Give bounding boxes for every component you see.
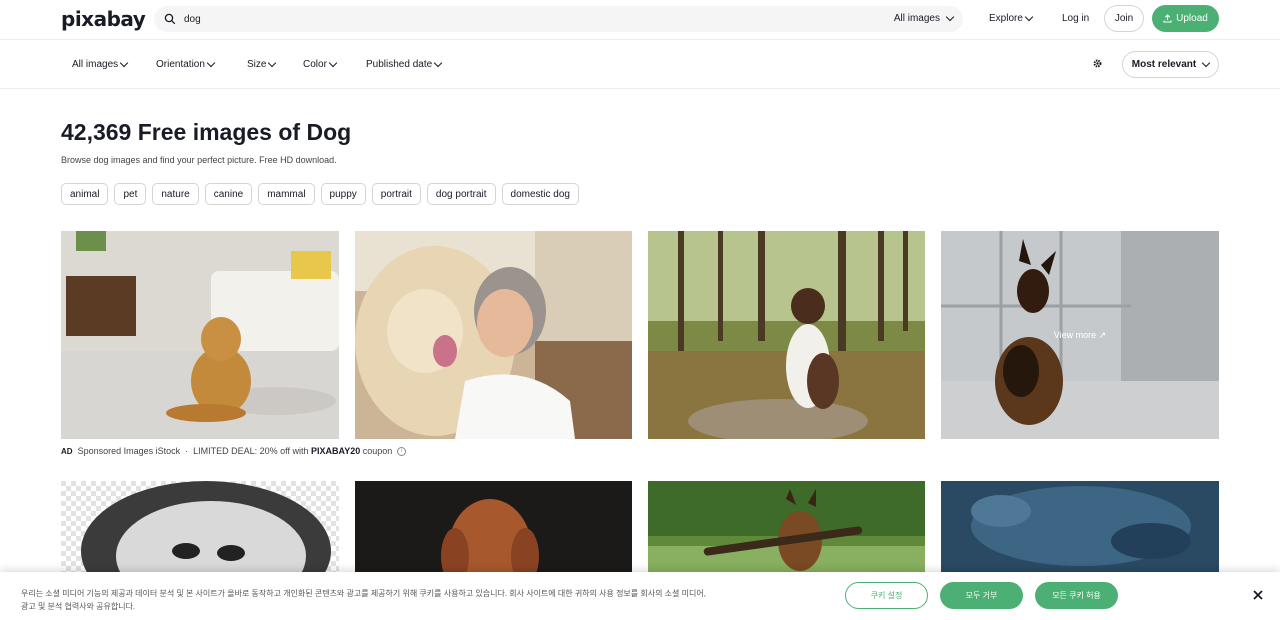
separator-dot: · bbox=[185, 446, 189, 456]
filter-label: Size bbox=[247, 59, 267, 70]
upload-label: Upload bbox=[1176, 13, 1208, 24]
explore-label: Explore bbox=[989, 13, 1023, 24]
filter-label: Published date bbox=[366, 59, 433, 70]
reject-all-button[interactable]: 모두 거부 bbox=[940, 582, 1023, 609]
sponsored-image-dog-in-forest[interactable] bbox=[648, 231, 925, 439]
tag-chip[interactable]: animal bbox=[61, 183, 109, 205]
tag-chip[interactable]: domestic dog bbox=[501, 183, 579, 205]
filter-published-date[interactable]: Published date bbox=[366, 58, 443, 70]
gear-icon[interactable] bbox=[1092, 58, 1103, 69]
tag-chip[interactable]: mammal bbox=[258, 183, 315, 205]
search-scope-label: All images bbox=[893, 13, 940, 24]
deal-text: LIMITED DEAL: 20% off with PIXABAY20 cou… bbox=[193, 446, 392, 456]
deal-suffix: coupon bbox=[362, 446, 393, 456]
top-header: pixabay dog All images Explore Log in Jo… bbox=[0, 0, 1280, 40]
external-link-icon: ↗ bbox=[1098, 329, 1107, 340]
tag-chip[interactable]: pet bbox=[114, 183, 147, 205]
join-button[interactable]: Join bbox=[1104, 5, 1144, 32]
filter-all-images[interactable]: All images bbox=[72, 58, 129, 70]
tag-chip[interactable]: canine bbox=[204, 183, 253, 205]
related-tags: animal pet nature canine mammal puppy po… bbox=[61, 183, 579, 205]
search-icon bbox=[164, 13, 176, 25]
page-title: 42,369 Free images of Dog bbox=[61, 119, 352, 145]
deal-prefix: LIMITED DEAL: 20% off with bbox=[193, 446, 309, 456]
chevron-down-icon bbox=[268, 58, 277, 68]
page-subtitle: Browse dog images and find your perfect … bbox=[61, 155, 337, 165]
sort-label: Most relevant bbox=[1131, 59, 1197, 70]
cookie-banner: 우리는 소셜 미디어 기능의 제공과 데이터 분석 및 본 사이트가 올바로 동… bbox=[0, 572, 1280, 620]
coupon-code: PIXABAY20 bbox=[311, 446, 361, 456]
search-scope-dropdown[interactable]: All images bbox=[893, 12, 955, 24]
image-vizsla-portrait[interactable] bbox=[355, 481, 632, 572]
chevron-down-icon bbox=[945, 12, 955, 22]
login-link[interactable]: Log in bbox=[1062, 13, 1089, 24]
ad-badge: AD bbox=[61, 446, 73, 456]
sponsored-image-woman-hugging-dog[interactable] bbox=[355, 231, 632, 439]
tag-chip[interactable]: puppy bbox=[320, 183, 366, 205]
sort-dropdown[interactable]: Most relevant bbox=[1122, 51, 1219, 78]
sponsored-row: AD Sponsored Images iStock · LIMITED DEA… bbox=[61, 446, 407, 456]
sponsored-image-golden-retriever-living-room[interactable] bbox=[61, 231, 339, 439]
view-more-label: View more bbox=[1053, 330, 1097, 340]
view-more-link[interactable]: View more ↗ bbox=[941, 231, 1219, 439]
upload-icon bbox=[1163, 14, 1172, 23]
chevron-down-icon bbox=[206, 58, 216, 68]
chevron-down-icon bbox=[433, 58, 443, 68]
search-input[interactable]: dog bbox=[184, 14, 201, 25]
filter-label: Orientation bbox=[156, 59, 205, 70]
pixabay-logo[interactable]: pixabay bbox=[61, 7, 146, 31]
info-icon[interactable]: i bbox=[397, 446, 407, 456]
cookie-text: 우리는 소셜 미디어 기능의 제공과 데이터 분석 및 본 사이트가 올바로 동… bbox=[21, 589, 706, 611]
cookie-settings-button[interactable]: 쿠키 설정 bbox=[845, 582, 928, 609]
filter-bar: All images Orientation Size Color Publis… bbox=[0, 41, 1280, 89]
close-icon[interactable] bbox=[1252, 589, 1264, 601]
filter-color[interactable]: Color bbox=[303, 58, 338, 70]
image-blue-abstract[interactable] bbox=[941, 481, 1219, 572]
chevron-down-icon bbox=[328, 58, 338, 68]
tag-chip[interactable]: portrait bbox=[371, 183, 421, 205]
filter-label: Color bbox=[303, 59, 327, 70]
upload-button[interactable]: Upload bbox=[1152, 5, 1219, 32]
search-bar[interactable]: dog All images bbox=[154, 6, 963, 32]
chevron-down-icon bbox=[1024, 12, 1034, 22]
image-shepherd-with-stick[interactable] bbox=[648, 481, 925, 572]
tag-chip[interactable]: nature bbox=[152, 183, 199, 205]
filter-size[interactable]: Size bbox=[247, 58, 277, 70]
chevron-down-icon bbox=[119, 58, 129, 68]
explore-menu[interactable]: Explore bbox=[989, 12, 1034, 24]
sponsored-image-german-shepherd-puppy[interactable]: View more ↗ bbox=[941, 231, 1219, 439]
chevron-down-icon bbox=[1201, 58, 1211, 68]
sponsored-label[interactable]: Sponsored Images iStock bbox=[78, 446, 181, 456]
filter-orientation[interactable]: Orientation bbox=[156, 58, 216, 70]
filter-label: All images bbox=[72, 59, 119, 70]
image-dog-sketch[interactable] bbox=[61, 481, 339, 572]
accept-all-cookies-button[interactable]: 모든 쿠키 허용 bbox=[1035, 582, 1118, 609]
tag-chip[interactable]: dog portrait bbox=[426, 183, 496, 205]
